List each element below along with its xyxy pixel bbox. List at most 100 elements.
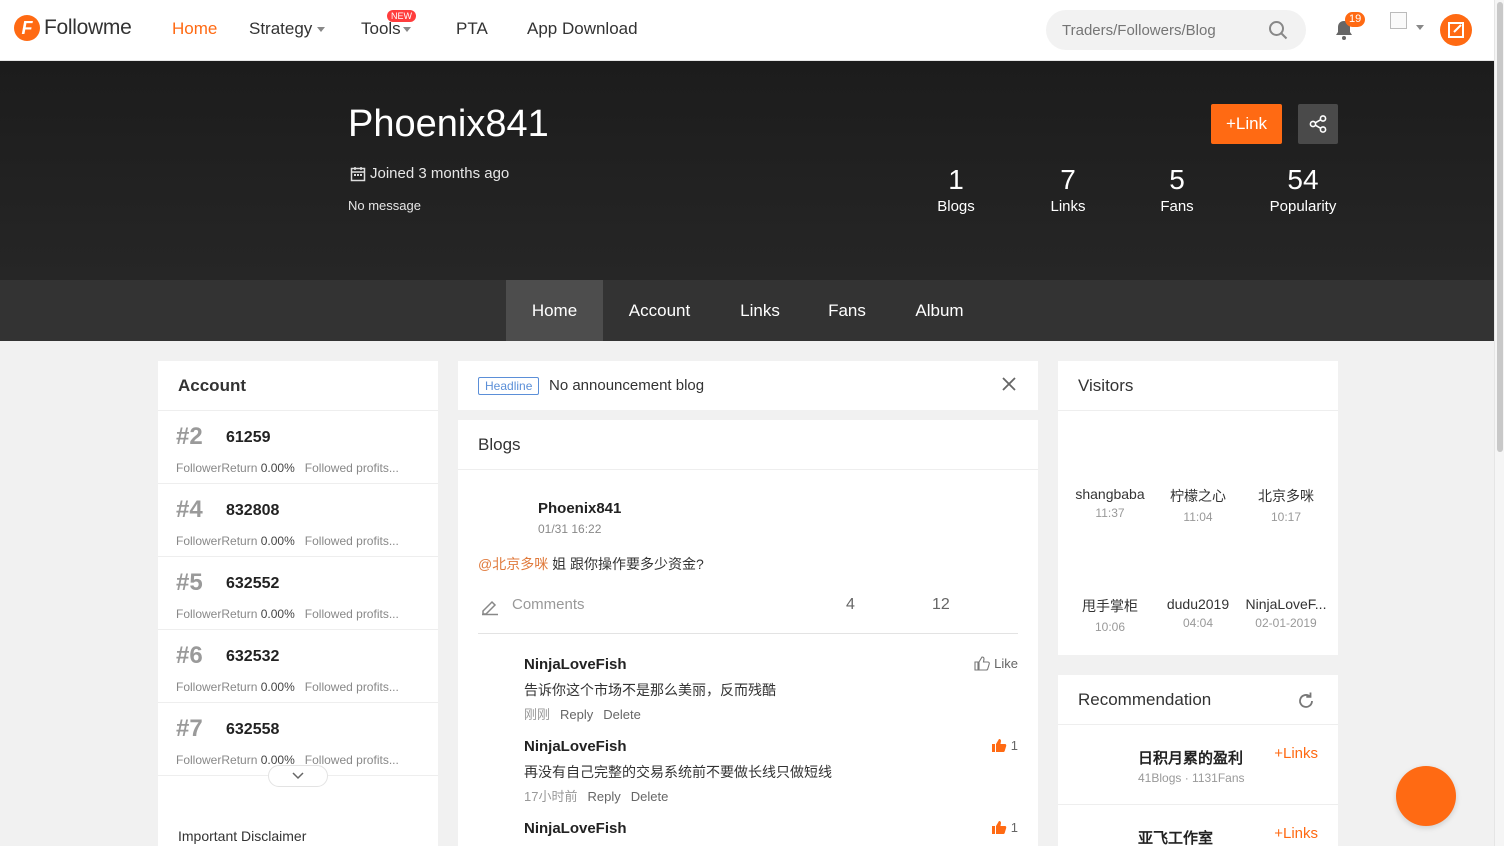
account-item[interactable]: #6 632532 FollowerReturn 0.00% Followed … [158,630,438,703]
account-summary: FollowerReturn 0.00% Followed profits... [176,534,399,548]
share-icon [1309,115,1327,133]
floating-action-button[interactable] [1396,766,1456,826]
avatar[interactable] [1390,12,1407,29]
search-icon[interactable] [1268,20,1288,40]
nav-home[interactable]: Home [172,19,217,39]
tab-home[interactable]: Home [506,280,603,341]
tab-fans[interactable]: Fans [810,280,884,341]
stat-blogs[interactable]: 1 Blogs [911,164,1001,215]
scrollbar[interactable] [1494,0,1504,846]
like-button[interactable]: 1 [991,820,1018,835]
tab-album[interactable]: Album [898,280,981,341]
important-disclaimer-link[interactable]: Important Disclaimer [178,828,306,844]
post-time: 01/31 16:22 [538,522,602,536]
visitor-item[interactable]: 甩手掌柜 10:06 [1065,596,1155,634]
comment-author[interactable]: NinjaLoveFish [524,656,627,673]
comment-text: 再没有自己完整的交易系统前不要做长线只做短线 [524,764,832,780]
comment-author[interactable]: NinjaLoveFish [524,820,627,837]
scrollbar-thumb[interactable] [1497,2,1503,452]
search-input[interactable] [1062,10,1262,50]
followed-profits: Followed profits... [304,534,399,548]
share-button[interactable] [1298,104,1338,144]
post-author[interactable]: Phoenix841 [538,500,621,517]
blogs-title: Blogs [458,420,1038,470]
recommendation-item[interactable]: 日积月累的盈利 41Blogs · 1131Fans +Links [1058,725,1338,805]
visitor-item[interactable]: shangbaba 11:37 [1065,486,1155,520]
link-button[interactable]: +Link [1211,104,1282,144]
nav-strategy[interactable]: Strategy [249,19,326,39]
visitor-time: 10:06 [1094,620,1126,634]
expand-accounts-button[interactable] [268,765,328,787]
nav-pta[interactable]: PTA [456,19,488,39]
headline-tag: Headline [478,377,540,395]
visitor-item[interactable]: 北京多咪 10:17 [1241,486,1331,524]
profile-message: No message [348,198,421,213]
reply-button[interactable]: Reply [587,789,620,804]
account-item[interactable]: #4 832808 FollowerReturn 0.00% Followed … [158,484,438,557]
visitor-name: NinjaLoveF... [1245,596,1327,612]
new-badge: NEW [387,10,416,22]
followme-logo[interactable]: F Followme [14,15,132,41]
nav-strategy-label: Strategy [249,19,313,38]
follower-label: Follower [176,534,222,548]
chevron-down-icon [402,27,411,33]
stat-popularity[interactable]: 54 Popularity [1258,164,1348,215]
stat-fans[interactable]: 5 Fans [1132,164,1222,215]
return-label: Return [221,461,258,475]
return-value: 0.00% [260,607,295,621]
follower-label: Follower [176,607,222,621]
like-count: 1 [1010,820,1018,835]
delete-button[interactable]: Delete [603,707,641,722]
close-icon[interactable] [1002,377,1016,391]
chevron-down-icon [292,772,304,780]
write-post-button[interactable] [1440,14,1472,46]
return-label: Return [221,534,258,548]
reply-button[interactable]: Reply [560,707,593,722]
stat-label: Blogs [937,198,975,215]
account-summary: FollowerReturn 0.00% Followed profits... [176,607,399,621]
delete-button[interactable]: Delete [631,789,669,804]
visitor-item[interactable]: dudu2019 04:04 [1153,596,1243,630]
account-id: 632552 [226,575,280,592]
follower-label: Follower [176,461,222,475]
account-rank: #5 [176,569,203,596]
headline-bar: Headline No announcement blog [458,361,1038,410]
like-label: Like [994,656,1018,671]
stat-label: Fans [1160,198,1194,215]
stat-links[interactable]: 7 Links [1023,164,1113,215]
account-item[interactable]: #2 61259 FollowerReturn 0.00% Followed p… [158,411,438,484]
account-summary: FollowerReturn 0.00% Followed profits... [176,461,399,475]
account-panel: Account #2 61259 FollowerReturn 0.00% Fo… [158,361,438,846]
add-link-button[interactable]: +Links [1274,745,1318,762]
recommendation-meta: 41Blogs · 1131Fans [1138,771,1245,785]
chevron-down-icon[interactable] [1416,25,1424,30]
nav-tools[interactable]: Tools [361,19,411,39]
visitor-name: shangbaba [1075,486,1145,502]
tab-account[interactable]: Account [611,280,708,341]
post-text: 姐 跟你操作要多少资金? [548,556,704,572]
visitor-name: 柠檬之心 [1170,488,1226,504]
visitor-item[interactable]: 柠檬之心 11:04 [1153,486,1243,524]
tab-links[interactable]: Links [718,280,802,341]
post-count-b[interactable]: 12 [932,596,950,614]
add-link-button[interactable]: +Links [1274,825,1318,842]
post-mention[interactable]: @北京多咪 [478,556,548,572]
visitors-panel: Visitors shangbaba 11:37 柠檬之心 11:04 北京多咪 10… [1058,361,1338,655]
visitor-item[interactable]: NinjaLoveF... 02-01-2019 [1241,596,1331,630]
like-button[interactable]: 1 [991,738,1018,753]
like-button[interactable]: Like [974,656,1018,671]
comments-button[interactable]: Comments [512,596,585,613]
like-count: 1 [1010,738,1018,753]
pencil-icon[interactable] [480,596,500,616]
nav-app-download[interactable]: App Download [527,19,638,39]
logo-icon: F [14,15,40,41]
post-count-a[interactable]: 4 [846,596,855,614]
visitor-name: 北京多咪 [1258,488,1314,504]
account-rank: #6 [176,642,203,669]
comment-time: 17小时前 [524,789,578,804]
recommendation-item[interactable]: 亚飞工作室 +Links [1058,805,1338,846]
refresh-icon[interactable] [1296,691,1316,711]
comment-author[interactable]: NinjaLoveFish [524,738,627,755]
account-item[interactable]: #5 632552 FollowerReturn 0.00% Followed … [158,557,438,630]
stat-label: Links [1050,198,1086,215]
